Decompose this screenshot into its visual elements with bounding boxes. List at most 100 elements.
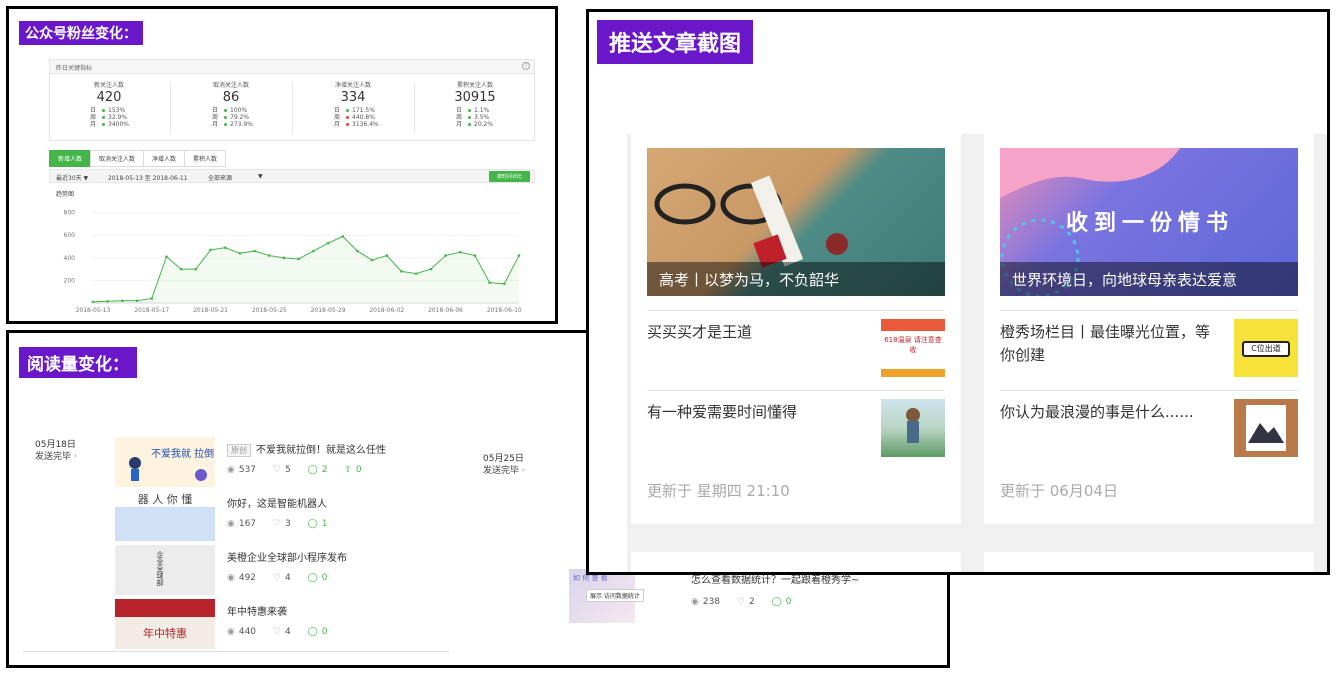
comments-count: 1 [321, 519, 328, 529]
x-tick-label: 2018-05-13 [76, 307, 111, 314]
trend-dot-icon [468, 122, 472, 126]
data-point [179, 267, 183, 271]
divider [23, 651, 449, 652]
source-select[interactable]: 全部来源 [208, 173, 232, 182]
metric-value: 334 [340, 90, 366, 105]
metric-change: 月 20.2% [456, 121, 494, 128]
metric-change: 月 3400% [90, 121, 129, 128]
comment-icon: ◯ [307, 465, 318, 475]
comment-icon: ◯ [307, 573, 318, 583]
eye-icon: ◉ [691, 597, 699, 607]
article-item[interactable]: 有一种爱需要时间懂得 [647, 390, 945, 470]
metric-value: 420 [96, 90, 122, 105]
metric-change: 周 440.8% [334, 114, 375, 121]
metric: 净增关注人数 334 日 171.5% 周 440.8% 月 3136.4% [294, 80, 412, 128]
heart-icon: ♡ [272, 519, 281, 529]
eye-icon: ◉ [227, 573, 235, 583]
tab-1[interactable]: 取消关注人数 [90, 150, 145, 167]
cover-image[interactable]: 高考丨以梦为马，不负韶华 [647, 148, 945, 296]
article-row[interactable]: 企业全球部 美橙企业全球部小程序发布 ◉ 492 ♡ 4 ◯ 0 [115, 545, 555, 597]
article-row[interactable]: 年中特惠 年中特惠来袭 ◉ 440 ♡ 4 ◯ 0 [115, 599, 555, 651]
data-point [458, 250, 462, 254]
push-card-partial [631, 552, 961, 572]
push-card[interactable]: 收到一份情书 世界环境日，向地球母亲表达爱意 橙秀场栏目丨最佳曝光位置，等你创建… [984, 134, 1314, 524]
article-item-thumbnail [1234, 399, 1298, 457]
divider [170, 82, 171, 134]
push-panel: 推送文章截图 高考丨以梦为马，不负韶华 买买买才是王道 618温泉 请注意查收 … [586, 9, 1330, 575]
thumb-text: 器 人 你 懂 [115, 491, 215, 507]
range-select[interactable]: 最近30天 ▼ [56, 173, 88, 182]
cover-title: 高考丨以梦为马，不负韶华 [647, 262, 945, 296]
data-point [341, 235, 345, 238]
cover-image[interactable]: 收到一份情书 世界环境日，向地球母亲表达爱意 [1000, 148, 1298, 296]
views-count: 167 [238, 519, 257, 529]
data-point [473, 254, 477, 257]
tab-3[interactable]: 累积人数 [184, 150, 227, 167]
article-item-thumbnail: 618温泉 请注意查收 [881, 319, 945, 377]
data-point [106, 300, 109, 303]
compare-by-time-button[interactable]: 按时间对比 [488, 171, 530, 182]
reads-panel-tag: 阅读量变化： [19, 347, 137, 378]
article-item-title: 橙秀场栏目丨最佳曝光位置，等你创建 [1000, 323, 1211, 364]
updated-time: 更新于 06月04日 [1000, 482, 1118, 500]
article-item[interactable]: 你认为最浪漫的事是什么...... [1000, 390, 1298, 470]
push-card[interactable]: 高考丨以梦为马，不负韶华 买买买才是王道 618温泉 请注意查收 有一种爱需要时… [631, 134, 961, 524]
article-thumbnail: 年中特惠 [115, 599, 215, 649]
thumb-text: 不爱我就 拉倒 [151, 447, 214, 460]
tab-0[interactable]: 新增人数 [49, 150, 92, 167]
article-row[interactable]: 不爱我就 拉倒 原创 不爱我就拉倒！就是这么任性 ◉ 537 ♡ 5 ◯ 2 ⇪ 0 [115, 437, 555, 489]
tooltip: 展示 访问数据统计 [586, 589, 644, 602]
data-point [223, 246, 227, 249]
chevron-down-icon[interactable]: ▼ [258, 173, 263, 180]
tab-2[interactable]: 净增人数 [143, 150, 186, 167]
likes-count: 5 [285, 465, 291, 475]
thumb-text: C位出道 [1242, 341, 1290, 357]
article-stats: ◉ 492 ♡ 4 ◯ 0 [227, 573, 341, 583]
data-point [297, 257, 300, 261]
metric-change: 月 273.9% [212, 121, 253, 128]
likes-count: 4 [285, 573, 291, 583]
data-point [414, 272, 418, 275]
data-point [253, 249, 256, 253]
views-count: 238 [702, 597, 721, 607]
metric-change: 月 3136.4% [334, 121, 379, 128]
views-count: 537 [238, 465, 257, 475]
chart-label: 趋势图 [56, 191, 75, 198]
article-title[interactable]: 你好，这是智能机器人 [227, 495, 327, 510]
x-tick-label: 2018-05-25 [252, 307, 287, 314]
data-point [238, 252, 242, 255]
comments-count: 0 [321, 573, 328, 583]
trend-dot-icon [468, 108, 472, 112]
trend-dot-icon [102, 115, 106, 119]
x-tick-label: 2018-06-10 [487, 307, 522, 314]
article-item[interactable]: 买买买才是王道 618温泉 请注意查收 [647, 310, 945, 390]
article-title[interactable]: 年中特惠来袭 [227, 603, 287, 618]
comment-icon: ◯ [307, 627, 318, 637]
article-stats: ◉ 238 ♡ 2 ◯ 0 [691, 597, 805, 607]
thumb-text: 企业全球部 [156, 551, 164, 586]
article-stats: ◉ 440 ♡ 4 ◯ 0 [227, 627, 341, 637]
data-point [282, 256, 286, 260]
trend-dot-icon [224, 122, 228, 126]
article-row[interactable]: 器 人 你 懂 你好，这是智能机器人 ◉ 167 ♡ 3 ◯ 1 [115, 491, 555, 543]
article-thumbnail: 器 人 你 懂 [115, 491, 215, 541]
comments-count: 0 [785, 597, 792, 607]
data-point [429, 267, 433, 271]
date-range-input[interactable]: 2018-05-13 至 2018-06-11 [108, 173, 188, 182]
data-point [121, 299, 124, 303]
x-tick-label: 2018-05-17 [134, 307, 169, 314]
trend-dot-icon [102, 122, 106, 126]
metric-change: 周 3.5% [456, 114, 490, 121]
article-item[interactable]: 橙秀场栏目丨最佳曝光位置，等你创建 C位出道 [1000, 310, 1298, 390]
data-point [517, 254, 521, 257]
help-icon[interactable]: ? [522, 62, 530, 70]
data-point [400, 270, 403, 273]
data-point [503, 282, 506, 286]
data-point [385, 254, 389, 257]
shares-count: 0 [355, 465, 362, 475]
updated-time: 更新于 星期四 21:10 [647, 482, 790, 500]
fans-line-chart: 200 400 600 800 2018-05-13 2018-05-17 2018-05-… [64, 210, 522, 314]
comment-icon: ◯ [771, 597, 782, 607]
article-title[interactable]: 美橙企业全球部小程序发布 [227, 549, 347, 564]
article-title[interactable]: 原创 不爱我就拉倒！就是这么任性 [227, 441, 386, 457]
